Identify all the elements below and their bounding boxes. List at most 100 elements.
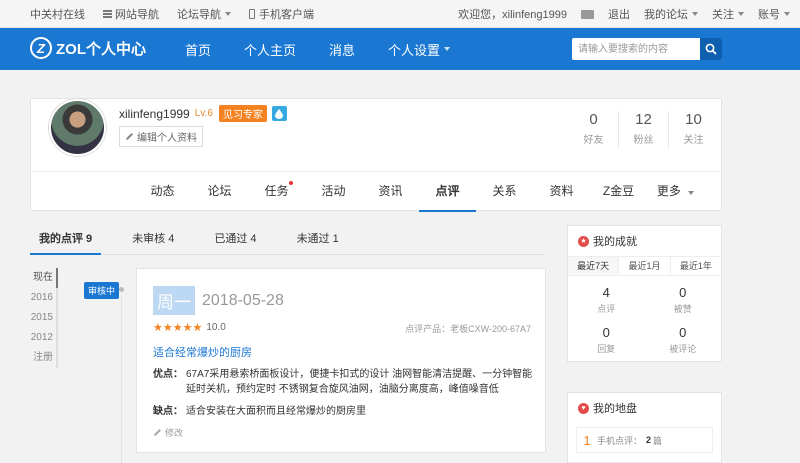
menu-icon bbox=[103, 10, 112, 18]
pros-label: 优点： bbox=[153, 369, 183, 380]
tab-more[interactable]: 更多 bbox=[647, 172, 704, 212]
star-rating-icon: ★★★★★ bbox=[153, 322, 203, 334]
mail-icon bbox=[581, 9, 594, 19]
tab-tasks[interactable]: 任务 bbox=[248, 172, 305, 212]
list-label: 手机点评： bbox=[597, 435, 643, 446]
tab-last-month[interactable]: 最近1月 bbox=[619, 257, 671, 275]
panel-title: ★ 我的成就 bbox=[568, 226, 721, 256]
year-item-2016[interactable]: 2016 bbox=[30, 288, 58, 308]
achievement-likes: 0 被赞 bbox=[673, 285, 692, 314]
logout-link[interactable]: 退出 bbox=[608, 6, 630, 22]
avatar[interactable] bbox=[49, 99, 106, 156]
main-header: Z ZOL个人中心 首页 个人主页 消息 个人设置 bbox=[0, 28, 800, 70]
tab-relations[interactable]: 关系 bbox=[476, 172, 533, 212]
review-card: 周一 2018-05-28 ★★★★★ 10.0 点评产品：老板CXW-200-… bbox=[136, 268, 546, 453]
year-item-2015[interactable]: 2015 bbox=[30, 308, 58, 328]
my-forum-menu[interactable]: 我的论坛 bbox=[644, 6, 698, 22]
panel-title: ♥ 我的地盘 bbox=[568, 393, 721, 423]
achievement-reviews: 4 点评 bbox=[597, 285, 616, 314]
site-link[interactable]: 中关村在线 bbox=[30, 6, 85, 22]
tab-approved[interactable]: 已通过 4 bbox=[205, 225, 265, 255]
review-filter-tabs: 我的点评 9 未审核 4 已通过 4 未通过 1 bbox=[30, 225, 545, 255]
profile-stats: 0 好友 12 粉丝 10 关注 bbox=[571, 111, 716, 149]
tab-forum[interactable]: 论坛 bbox=[191, 172, 248, 212]
profile-card: xilinfeng1999 Lv.6 见习专家 编辑个人资料 0 好友 12 粉… bbox=[30, 98, 723, 212]
review-cons: 缺点： 适合安装在大面积而且经常爆炒的厨房里 bbox=[153, 402, 366, 417]
nav-settings[interactable]: 个人设置 bbox=[388, 40, 451, 59]
achievements-panel: ★ 我的成就 最近7天 最近1月 最近1年 4 点评 0 被赞 0 回复 0 被… bbox=[567, 225, 722, 362]
heart-icon: ♥ bbox=[578, 402, 589, 414]
stat-friends[interactable]: 0 好友 bbox=[571, 111, 616, 149]
mail-button[interactable] bbox=[581, 9, 594, 19]
pros-text: 67A7采用悬索桥面板设计，便捷卡扣式的设计 油网智能清洁提醒、一分钟智能延时关… bbox=[186, 369, 533, 395]
review-pros: 优点： 67A7采用悬索桥面板设计，便捷卡扣式的设计 油网智能清洁提醒、一分钟智… bbox=[153, 367, 533, 397]
review-title[interactable]: 适合经常爆炒的厨房 bbox=[153, 344, 252, 360]
review-product[interactable]: 点评产品：老板CXW-200-67A7 bbox=[405, 322, 531, 335]
follow-menu[interactable]: 关注 bbox=[712, 6, 744, 22]
expert-badge[interactable]: 见习专家 bbox=[218, 105, 267, 122]
review-date-text: 2018-05-28 bbox=[202, 291, 284, 309]
main-nav: 首页 个人主页 消息 个人设置 bbox=[185, 28, 483, 70]
chevron-down-icon bbox=[692, 12, 698, 16]
drop-badge-icon[interactable] bbox=[271, 106, 287, 121]
tab-pending[interactable]: 未审核 4 bbox=[123, 225, 183, 255]
search-input[interactable] bbox=[572, 39, 697, 59]
chevron-down-icon bbox=[738, 12, 744, 16]
site-nav-menu[interactable]: 网站导航 bbox=[103, 6, 159, 22]
account-menu[interactable]: 账号 bbox=[758, 6, 790, 22]
divider bbox=[668, 111, 669, 149]
year-item-now[interactable]: 现在 bbox=[30, 268, 58, 288]
forum-nav-menu[interactable]: 论坛导航 bbox=[177, 6, 231, 22]
year-item-register[interactable]: 注册 bbox=[30, 348, 58, 368]
tab-activities[interactable]: 活动 bbox=[305, 172, 362, 212]
review-date: 周一 2018-05-28 bbox=[153, 286, 284, 315]
profile-tabs: 动态 论坛 任务 活动 资讯 点评 关系 资料 Z金豆 更多 bbox=[31, 171, 723, 212]
level-badge: Lv.6 bbox=[194, 108, 213, 119]
tab-z-beans[interactable]: Z金豆 bbox=[590, 172, 647, 212]
top-bar: 中关村在线 网站导航 论坛导航 手机客户端 欢迎您，xilinfeng1999 … bbox=[0, 0, 800, 28]
chevron-down-icon bbox=[225, 12, 231, 16]
cons-label: 缺点： bbox=[153, 406, 183, 417]
tab-news[interactable]: 资讯 bbox=[362, 172, 419, 212]
search-box bbox=[572, 38, 722, 60]
logo-text: ZOL个人中心 bbox=[56, 40, 146, 58]
stat-fans[interactable]: 12 粉丝 bbox=[621, 111, 666, 149]
zol-logo-mark: Z bbox=[30, 37, 52, 59]
timeline-line bbox=[121, 295, 122, 463]
list-item[interactable]: 1 手机点评： 2 篇 bbox=[576, 427, 713, 453]
welcome-text: 欢迎您，xilinfeng1999 bbox=[458, 9, 567, 21]
chevron-down-icon bbox=[784, 12, 790, 16]
modify-button[interactable]: 修改 bbox=[153, 426, 183, 439]
list-unit: 篇 bbox=[653, 435, 663, 446]
achievements-tabs: 最近7天 最近1月 最近1年 bbox=[568, 256, 721, 276]
cons-text: 适合安装在大面积而且经常爆炒的厨房里 bbox=[186, 406, 366, 417]
star-icon: ★ bbox=[578, 235, 589, 247]
nav-messages[interactable]: 消息 bbox=[329, 40, 355, 59]
tab-rejected[interactable]: 未通过 1 bbox=[288, 225, 348, 255]
review-weekday: 周一 bbox=[153, 286, 195, 315]
username[interactable]: xilinfeng1999 bbox=[119, 107, 190, 121]
achievement-comments: 0 被评论 bbox=[669, 325, 697, 354]
tab-feed[interactable]: 动态 bbox=[134, 172, 191, 212]
tab-last-7-days[interactable]: 最近7天 bbox=[568, 257, 620, 275]
zol-logo[interactable]: Z ZOL个人中心 bbox=[30, 37, 146, 59]
tab-last-year[interactable]: 最近1年 bbox=[671, 257, 721, 275]
tab-profile[interactable]: 资料 bbox=[533, 172, 590, 212]
phone-icon bbox=[249, 9, 255, 19]
nav-home[interactable]: 首页 bbox=[185, 40, 211, 59]
review-rating: ★★★★★ 10.0 bbox=[153, 321, 226, 334]
search-button[interactable] bbox=[700, 38, 722, 60]
divider bbox=[618, 111, 619, 149]
tab-reviews[interactable]: 点评 bbox=[419, 172, 476, 212]
pencil-icon bbox=[126, 133, 133, 140]
year-item-2012[interactable]: 2012 bbox=[30, 328, 58, 348]
chevron-down-icon bbox=[688, 190, 695, 195]
tab-my-reviews[interactable]: 我的点评 9 bbox=[30, 225, 102, 255]
edit-profile-button[interactable]: 编辑个人资料 bbox=[119, 126, 203, 147]
stat-following[interactable]: 10 关注 bbox=[671, 111, 716, 149]
year-timeline: 现在 2016 2015 2012 注册 bbox=[30, 268, 58, 368]
nav-personal-home[interactable]: 个人主页 bbox=[244, 40, 296, 59]
achievement-replies: 0 回复 bbox=[597, 325, 616, 354]
mobile-client-link[interactable]: 手机客户端 bbox=[249, 6, 314, 22]
chevron-down-icon bbox=[444, 47, 451, 51]
